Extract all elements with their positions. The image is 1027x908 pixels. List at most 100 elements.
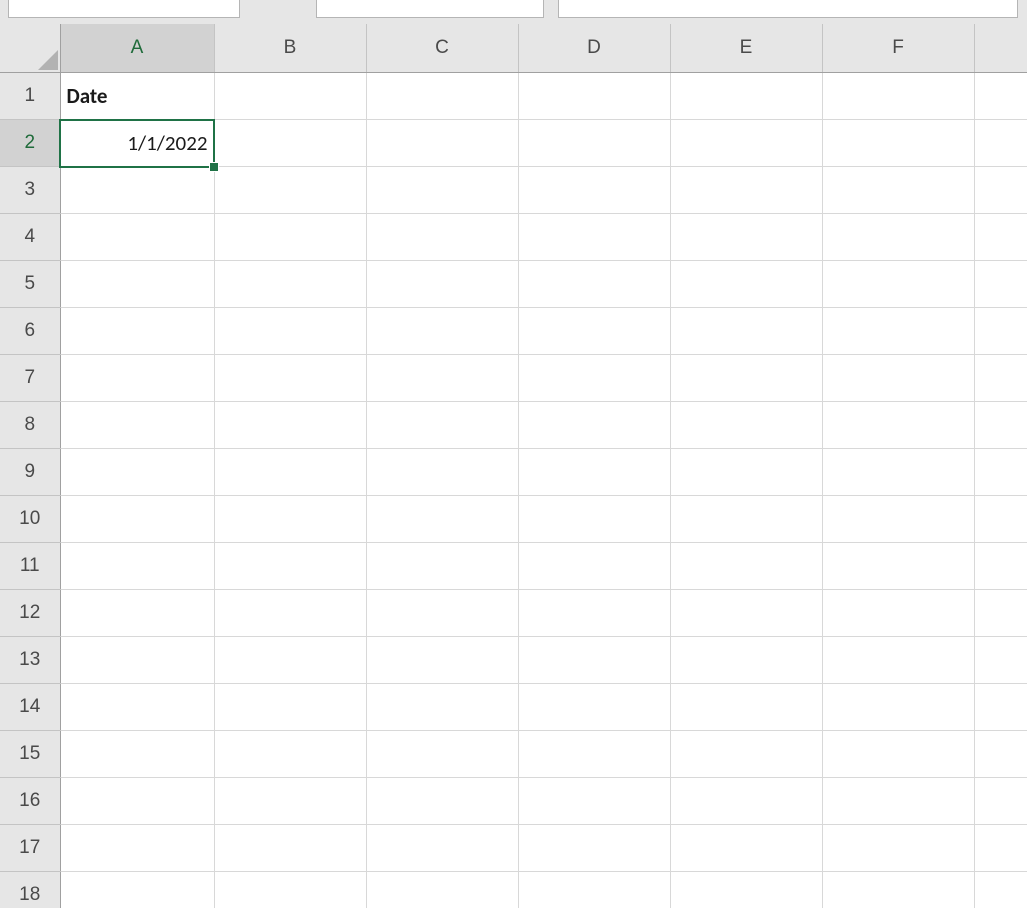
cell-F11[interactable] — [822, 543, 974, 590]
formula-bar-fragment-1[interactable] — [316, 0, 544, 18]
cell-E18[interactable] — [670, 872, 822, 908]
column-header-A[interactable]: A — [60, 24, 214, 73]
cell-B16[interactable] — [214, 778, 366, 825]
row-header-16[interactable]: 16 — [0, 778, 60, 825]
row-header-2[interactable]: 2 — [0, 120, 60, 167]
cell-D10[interactable] — [518, 496, 670, 543]
column-header-E[interactable]: E — [670, 24, 822, 73]
cell-F9[interactable] — [822, 449, 974, 496]
cell-_16[interactable] — [974, 778, 1027, 825]
cell-_11[interactable] — [974, 543, 1027, 590]
cell-D9[interactable] — [518, 449, 670, 496]
cell-E8[interactable] — [670, 402, 822, 449]
row-header-1[interactable]: 1 — [0, 73, 60, 120]
column-header-extra[interactable] — [974, 24, 1027, 73]
cell-D3[interactable] — [518, 167, 670, 214]
cell-_17[interactable] — [974, 825, 1027, 872]
cell-D13[interactable] — [518, 637, 670, 684]
cell-D6[interactable] — [518, 308, 670, 355]
cell-F5[interactable] — [822, 261, 974, 308]
row-header-4[interactable]: 4 — [0, 214, 60, 261]
cell-E16[interactable] — [670, 778, 822, 825]
cell-F3[interactable] — [822, 167, 974, 214]
cell-D5[interactable] — [518, 261, 670, 308]
cell-A2[interactable]: 1/1/2022 — [60, 120, 214, 167]
cell-E1[interactable] — [670, 73, 822, 120]
row-header-6[interactable]: 6 — [0, 308, 60, 355]
cell-C1[interactable] — [366, 73, 518, 120]
cell-A8[interactable] — [60, 402, 214, 449]
cell-F4[interactable] — [822, 214, 974, 261]
cell-A11[interactable] — [60, 543, 214, 590]
cell-_2[interactable] — [974, 120, 1027, 167]
cell-C2[interactable] — [366, 120, 518, 167]
cell-A10[interactable] — [60, 496, 214, 543]
cell-D15[interactable] — [518, 731, 670, 778]
cell-F13[interactable] — [822, 637, 974, 684]
cell-C11[interactable] — [366, 543, 518, 590]
cell-F18[interactable] — [822, 872, 974, 908]
cell-F10[interactable] — [822, 496, 974, 543]
cell-C12[interactable] — [366, 590, 518, 637]
cell-F17[interactable] — [822, 825, 974, 872]
cell-_6[interactable] — [974, 308, 1027, 355]
cell-F14[interactable] — [822, 684, 974, 731]
cell-D14[interactable] — [518, 684, 670, 731]
cell-D7[interactable] — [518, 355, 670, 402]
cell-_14[interactable] — [974, 684, 1027, 731]
cell-B6[interactable] — [214, 308, 366, 355]
cell-C4[interactable] — [366, 214, 518, 261]
cell-_10[interactable] — [974, 496, 1027, 543]
cell-B4[interactable] — [214, 214, 366, 261]
cell-A7[interactable] — [60, 355, 214, 402]
cell-A6[interactable] — [60, 308, 214, 355]
cell-C5[interactable] — [366, 261, 518, 308]
cell-D12[interactable] — [518, 590, 670, 637]
cell-A1[interactable]: Date — [60, 73, 214, 120]
cell-C17[interactable] — [366, 825, 518, 872]
cell-A14[interactable] — [60, 684, 214, 731]
cell-E4[interactable] — [670, 214, 822, 261]
row-header-13[interactable]: 13 — [0, 637, 60, 684]
cell-B12[interactable] — [214, 590, 366, 637]
cell-B11[interactable] — [214, 543, 366, 590]
cell-_3[interactable] — [974, 167, 1027, 214]
row-header-7[interactable]: 7 — [0, 355, 60, 402]
cell-B17[interactable] — [214, 825, 366, 872]
column-header-D[interactable]: D — [518, 24, 670, 73]
row-header-10[interactable]: 10 — [0, 496, 60, 543]
cell-D2[interactable] — [518, 120, 670, 167]
cell-A4[interactable] — [60, 214, 214, 261]
cell-D18[interactable] — [518, 872, 670, 908]
cell-B18[interactable] — [214, 872, 366, 908]
cell-B1[interactable] — [214, 73, 366, 120]
cell-C16[interactable] — [366, 778, 518, 825]
cell-C9[interactable] — [366, 449, 518, 496]
cell-A18[interactable] — [60, 872, 214, 908]
cell-D17[interactable] — [518, 825, 670, 872]
cell-F8[interactable] — [822, 402, 974, 449]
cell-A9[interactable] — [60, 449, 214, 496]
cell-_8[interactable] — [974, 402, 1027, 449]
cell-E5[interactable] — [670, 261, 822, 308]
select-all-corner[interactable] — [0, 24, 60, 73]
cell-E10[interactable] — [670, 496, 822, 543]
cell-B5[interactable] — [214, 261, 366, 308]
row-header-12[interactable]: 12 — [0, 590, 60, 637]
cell-D4[interactable] — [518, 214, 670, 261]
cell-C10[interactable] — [366, 496, 518, 543]
cell-E2[interactable] — [670, 120, 822, 167]
cell-A12[interactable] — [60, 590, 214, 637]
cell-C6[interactable] — [366, 308, 518, 355]
cell-E11[interactable] — [670, 543, 822, 590]
cell-B13[interactable] — [214, 637, 366, 684]
fill-handle[interactable] — [209, 162, 219, 172]
cell-_15[interactable] — [974, 731, 1027, 778]
cell-F12[interactable] — [822, 590, 974, 637]
cell-F15[interactable] — [822, 731, 974, 778]
cell-E15[interactable] — [670, 731, 822, 778]
cell-B10[interactable] — [214, 496, 366, 543]
cell-_18[interactable] — [974, 872, 1027, 908]
cell-C15[interactable] — [366, 731, 518, 778]
cell-_9[interactable] — [974, 449, 1027, 496]
